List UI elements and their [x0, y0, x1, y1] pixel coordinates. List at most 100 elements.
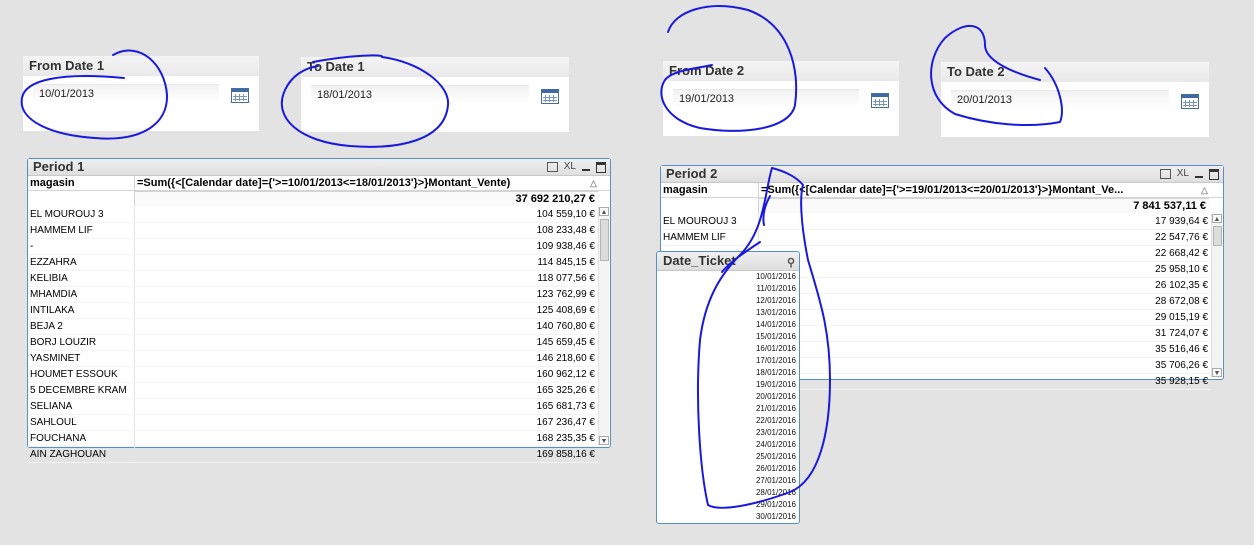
- from-date-2-input[interactable]: 19/01/2013: [673, 89, 859, 108]
- scrollbar-thumb[interactable]: [600, 219, 609, 261]
- export-xl-button[interactable]: XL: [564, 159, 576, 175]
- minimize-icon[interactable]: [582, 169, 590, 171]
- period-2-scrollbar[interactable]: ▲ ▼: [1211, 214, 1222, 377]
- print-icon[interactable]: [1159, 169, 1171, 179]
- list-item[interactable]: 17/01/2016: [657, 355, 799, 367]
- list-item[interactable]: 14/01/2016: [657, 319, 799, 331]
- table-row[interactable]: EL MOUROUJ 3 17 939,64 €: [661, 214, 1211, 230]
- scrollbar-thumb[interactable]: [1213, 226, 1222, 246]
- list-item[interactable]: 19/01/2016: [657, 379, 799, 391]
- list-item[interactable]: 21/01/2016: [657, 403, 799, 415]
- table-row[interactable]: SELIANA 165 681,73 €: [28, 399, 598, 415]
- table-row[interactable]: MHAMDIA 123 762,99 €: [28, 287, 598, 303]
- row-amount: 160 962,12 €: [536, 369, 595, 380]
- list-item[interactable]: 28/01/2016: [657, 487, 799, 499]
- list-item[interactable]: 25/01/2016: [657, 451, 799, 463]
- print-icon[interactable]: [546, 162, 558, 172]
- row-magasin: 5 DECEMBRE KRAM: [30, 385, 127, 396]
- calendar-icon[interactable]: [1181, 94, 1199, 109]
- row-amount: 146 218,60 €: [536, 353, 595, 364]
- list-item[interactable]: 29/01/2016: [657, 499, 799, 511]
- table-row[interactable]: EZZAHRA 114 845,15 €: [28, 255, 598, 271]
- period-1-scrollbar[interactable]: ▲ ▼: [598, 207, 609, 445]
- row-magasin: EL MOUROUJ 3: [663, 216, 737, 227]
- table-row[interactable]: BEJA 2 140 760,80 €: [28, 319, 598, 335]
- list-item[interactable]: 16/01/2016: [657, 343, 799, 355]
- period-2-header: magasin =Sum({<[Calendar date]={'>=19/01…: [661, 183, 1223, 213]
- row-magasin: HAMMEM LIF: [30, 225, 93, 236]
- list-item[interactable]: 20/01/2016: [657, 391, 799, 403]
- maximize-icon[interactable]: [1209, 168, 1219, 180]
- row-amount: 165 325,26 €: [536, 385, 595, 396]
- column-header-expression[interactable]: =Sum({<[Calendar date]={'>=10/01/2013<=1…: [135, 176, 589, 190]
- row-amount: 22 547,76 €: [1155, 232, 1208, 243]
- from-date-2-box: From Date 2 19/01/2013: [663, 61, 899, 136]
- row-amount: 35 516,46 €: [1155, 344, 1208, 355]
- list-item[interactable]: 30/01/2016: [657, 511, 799, 523]
- table-row[interactable]: HAMMEM LIF 22 547,76 €: [661, 230, 1211, 246]
- to-date-1-title: To Date 1: [301, 57, 569, 77]
- calendar-icon[interactable]: [871, 93, 889, 108]
- sort-arrow-icon[interactable]: △: [590, 178, 597, 189]
- list-item[interactable]: 22/01/2016: [657, 415, 799, 427]
- to-date-1-box: To Date 1 18/01/2013: [301, 57, 569, 132]
- row-magasin: SAHLOUL: [30, 417, 77, 428]
- maximize-icon[interactable]: [596, 161, 606, 173]
- table-row[interactable]: KELIBIA 118 077,56 €: [28, 271, 598, 287]
- list-item[interactable]: 13/01/2016: [657, 307, 799, 319]
- to-date-2-input[interactable]: 20/01/2013: [951, 90, 1169, 109]
- to-date-1-input[interactable]: 18/01/2013: [311, 85, 529, 104]
- period-2-total: 7 841 537,11 €: [759, 198, 1209, 213]
- row-magasin: BORJ LOUZIR: [30, 337, 97, 348]
- scroll-up-arrow-icon[interactable]: ▲: [1212, 214, 1222, 223]
- table-row[interactable]: YASMINET 146 218,60 €: [28, 351, 598, 367]
- row-magasin: HAMMEM LIF: [663, 232, 726, 243]
- period-1-table: Period 1 XL magasin =Sum({<[Calendar dat…: [27, 158, 611, 463]
- column-header-expression[interactable]: =Sum({<[Calendar date]={'>=19/01/2013<=2…: [759, 183, 1201, 197]
- list-item[interactable]: 27/01/2016: [657, 475, 799, 487]
- column-header-magasin[interactable]: magasin: [28, 176, 75, 190]
- list-item[interactable]: 15/01/2016: [657, 331, 799, 343]
- column-header-magasin[interactable]: magasin: [661, 183, 708, 197]
- scroll-up-arrow-icon[interactable]: ▲: [599, 207, 609, 216]
- table-row[interactable]: AIN ZAGHOUAN 169 858,16 €: [28, 447, 598, 463]
- list-item[interactable]: 18/01/2016: [657, 367, 799, 379]
- row-magasin: HOUMET ESSOUK: [30, 369, 118, 380]
- table-row[interactable]: EL MOUROUJ 3 104 559,10 €: [28, 207, 598, 223]
- row-amount: 26 102,35 €: [1155, 280, 1208, 291]
- search-icon[interactable]: ⚲: [787, 254, 795, 272]
- table-row[interactable]: SAHLOUL 167 236,47 €: [28, 415, 598, 431]
- table-row[interactable]: 5 DECEMBRE KRAM 165 325,26 €: [28, 383, 598, 399]
- from-date-1-input[interactable]: 10/01/2013: [33, 84, 219, 103]
- scroll-down-arrow-icon[interactable]: ▼: [1212, 368, 1222, 377]
- list-item[interactable]: 11/01/2016: [657, 283, 799, 295]
- date-ticket-items: 10/01/2016 11/01/2016 12/01/2016 13/01/2016…: [657, 271, 799, 523]
- row-amount: 118 077,56 €: [537, 273, 595, 284]
- export-xl-button[interactable]: XL: [1177, 166, 1189, 182]
- table-row[interactable]: INTILAKA 125 408,69 €: [28, 303, 598, 319]
- scroll-down-arrow-icon[interactable]: ▼: [599, 436, 609, 445]
- to-date-2-title: To Date 2: [941, 62, 1209, 82]
- sort-arrow-icon[interactable]: △: [1201, 185, 1208, 196]
- row-amount: 35 928,15 €: [1155, 376, 1208, 387]
- row-magasin: MHAMDIA: [30, 289, 78, 300]
- row-magasin: EZZAHRA: [30, 257, 77, 268]
- table-row[interactable]: HOUMET ESSOUK 160 962,12 €: [28, 367, 598, 383]
- row-amount: 109 938,46 €: [536, 241, 595, 252]
- table-row[interactable]: HAMMEM LIF 108 233,48 €: [28, 223, 598, 239]
- calendar-icon[interactable]: [231, 88, 249, 103]
- row-amount: 125 408,69 €: [536, 305, 595, 316]
- row-magasin: FOUCHANA: [30, 433, 87, 444]
- list-item[interactable]: 12/01/2016: [657, 295, 799, 307]
- table-row[interactable]: FOUCHANA 168 235,35 €: [28, 431, 598, 447]
- minimize-icon[interactable]: [1195, 176, 1203, 178]
- list-item[interactable]: 23/01/2016: [657, 427, 799, 439]
- calendar-icon[interactable]: [541, 89, 559, 104]
- list-item[interactable]: 26/01/2016: [657, 463, 799, 475]
- row-amount: 108 233,48 €: [536, 225, 595, 236]
- row-amount: 104 559,10 €: [536, 209, 595, 220]
- table-row[interactable]: BORJ LOUZIR 145 659,45 €: [28, 335, 598, 351]
- table-row[interactable]: - 109 938,46 €: [28, 239, 598, 255]
- list-item[interactable]: 10/01/2016: [657, 271, 799, 283]
- list-item[interactable]: 24/01/2016: [657, 439, 799, 451]
